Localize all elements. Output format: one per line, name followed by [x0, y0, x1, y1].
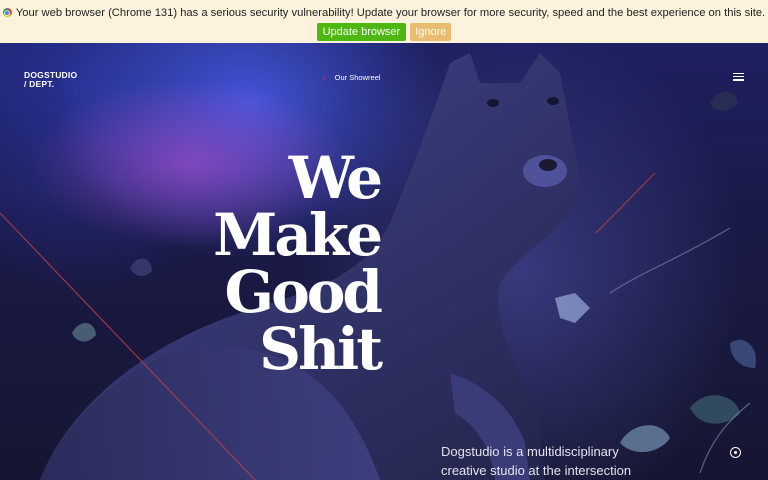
scroll-indicator-icon[interactable] — [730, 447, 741, 458]
hero-section — [0, 43, 768, 480]
headline-line: We — [288, 144, 383, 212]
browser-update-banner: Your web browser (Chrome 131) has a seri… — [0, 0, 768, 43]
headline-line: Good — [224, 258, 383, 326]
hamburger-icon[interactable] — [733, 73, 744, 81]
play-arrow-icon: › — [323, 73, 326, 82]
headline-line: Shit — [259, 315, 383, 383]
banner-message-row: Your web browser (Chrome 131) has a seri… — [0, 6, 768, 20]
hero-headline: We Make Good Shit — [213, 144, 383, 383]
wolf-artwork — [0, 53, 756, 480]
banner-buttons: Update browser Ignore — [0, 23, 768, 41]
banner-message: Your web browser (Chrome 131) has a seri… — [15, 7, 766, 19]
chrome-icon — [2, 8, 12, 17]
intro-text: Dogstudio is a multidisciplinary creativ… — [441, 444, 632, 478]
page: Your web browser (Chrome 131) has a seri… — [0, 0, 768, 480]
logo-line-2: / DEPT. — [24, 79, 55, 89]
showreel-label: Our Showreel — [334, 73, 381, 82]
showreel-link[interactable]: › Our Showreel — [323, 73, 381, 82]
ignore-button[interactable]: Ignore — [410, 23, 452, 41]
update-browser-button[interactable]: Update browser — [316, 23, 407, 41]
dogstudio-logo[interactable]: DOGSTUDIO / DEPT. — [24, 71, 77, 89]
headline-line: Make — [213, 201, 383, 269]
